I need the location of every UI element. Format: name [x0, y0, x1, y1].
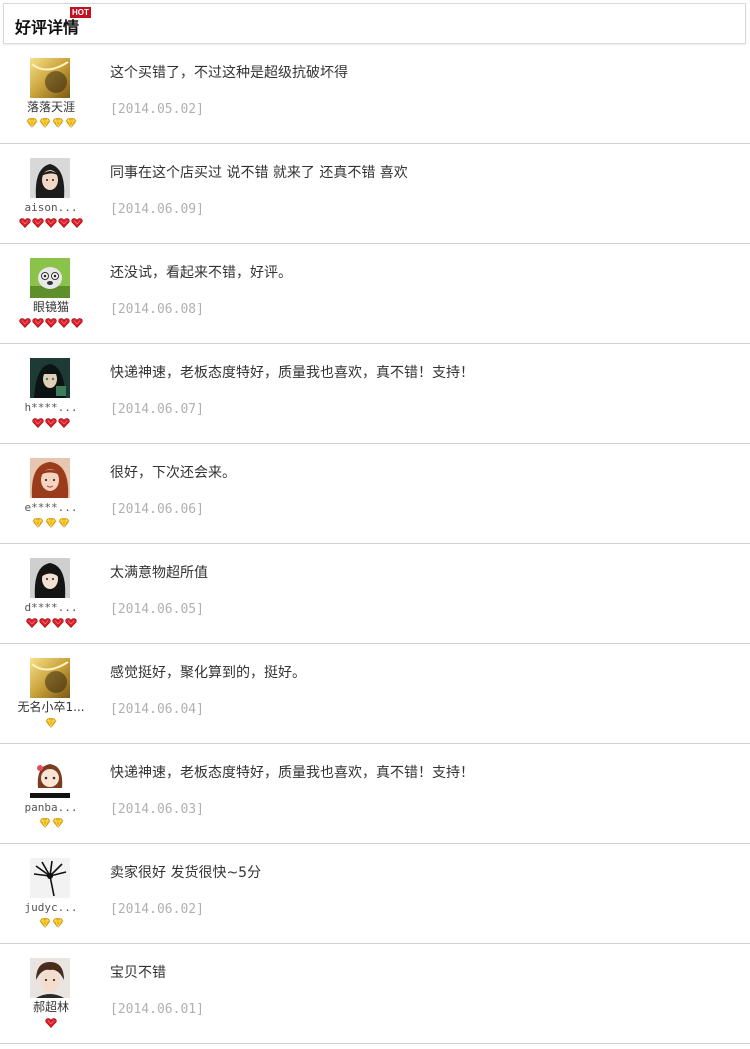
reviewer-rank	[10, 1018, 92, 1030]
red-heart-gem-icon	[71, 218, 83, 230]
yellow-diamond-icon	[39, 118, 51, 130]
reviewer-name[interactable]: h****...	[10, 400, 92, 415]
review-date: [2014.06.02]	[110, 902, 204, 917]
reviewer-name[interactable]: panba...	[10, 800, 92, 815]
young-man-avatar[interactable]	[30, 958, 70, 998]
review-item: 落落天涯 这个买错了，不过这种是超级抗破坏得 [2014.05.02]	[0, 44, 750, 144]
reviewer-rank	[10, 718, 92, 730]
girl-photo-avatar[interactable]	[30, 158, 70, 198]
red-heart-gem-icon	[32, 418, 44, 430]
yellow-diamond-icon	[32, 518, 44, 530]
reviewer-rank	[10, 118, 92, 130]
review-item: 无名小卒1... 感觉挺好，聚化算到的，挺好。 [2014.06.04]	[0, 644, 750, 744]
yellow-diamond-icon	[65, 118, 77, 130]
red-heart-gem-icon	[51, 618, 64, 630]
red-heart-gem-icon	[45, 418, 57, 430]
yellow-diamond-icon	[39, 918, 51, 930]
yellow-diamond-icon	[52, 118, 64, 130]
anime-character-avatar[interactable]	[30, 358, 70, 398]
review-comment: 宝贝不错	[110, 965, 166, 981]
dark-hair-girl-avatar[interactable]	[30, 558, 70, 598]
review-date: [2014.06.03]	[110, 802, 204, 817]
red-heart-gem-icon	[19, 318, 31, 330]
review-item: aison... 同事在这个店买过 说不错 就来了 还真不错 喜欢 [2014.06…	[0, 144, 750, 244]
red-heart-gem-icon	[45, 218, 57, 230]
red-heart-gem-icon	[38, 618, 51, 630]
yellow-diamond-icon	[45, 518, 57, 530]
reviewer-rank	[10, 318, 92, 330]
red-heart-gem-icon	[45, 1018, 57, 1030]
reviewer-rank	[10, 518, 92, 530]
reviewer-name[interactable]: 郝超林	[10, 1000, 92, 1015]
red-heart-gem-icon	[45, 318, 57, 330]
reviewer-name[interactable]: judyc...	[10, 900, 92, 915]
review-comment: 卖家很好 发货很快~5分	[110, 865, 262, 881]
red-heart-gem-icon	[32, 218, 44, 230]
review-list: 落落天涯 这个买错了，不过这种是超级抗破坏得 [2014.05.02] aison..…	[0, 44, 750, 1044]
reviewer-rank	[10, 618, 92, 630]
reviewer-rank	[10, 918, 92, 930]
review-date: [2014.06.05]	[110, 602, 204, 617]
review-item: 郝超林 宝贝不错 [2014.06.01]	[0, 944, 750, 1044]
reviewer-rank	[10, 418, 92, 430]
yellow-diamond-icon	[45, 718, 57, 730]
reviewer-name[interactable]: 落落天涯	[10, 100, 92, 115]
yellow-diamond-icon	[58, 518, 70, 530]
review-item: panba... 快递神速，老板态度特好，质量我也喜欢，真不错！支持！ [2014.…	[0, 744, 750, 844]
review-item: e****... 很好，下次还会来。 [2014.06.06]	[0, 444, 750, 544]
yellow-diamond-icon	[52, 918, 64, 930]
red-hair-girl-avatar[interactable]	[30, 458, 70, 498]
black-flower-avatar[interactable]	[30, 858, 70, 898]
review-comment: 还没试，看起来不错，好评。	[110, 265, 292, 281]
red-heart-gem-icon	[19, 218, 31, 230]
review-comment: 太满意物超所值	[110, 565, 208, 581]
red-heart-gem-icon	[32, 318, 44, 330]
cartoon-girl-avatar[interactable]	[30, 758, 70, 798]
review-date: [2014.06.04]	[110, 702, 204, 717]
reviewer-name[interactable]: d****...	[10, 600, 92, 615]
red-heart-gem-icon	[58, 418, 70, 430]
red-heart-gem-icon	[58, 318, 70, 330]
review-comment: 快递神速，老板态度特好，质量我也喜欢，真不错！支持！	[110, 765, 474, 781]
review-comment: 这个买错了，不过这种是超级抗破坏得	[110, 65, 348, 81]
review-date: [2014.06.08]	[110, 302, 204, 317]
reviewer-name[interactable]: aison...	[10, 200, 92, 215]
reviewer-name[interactable]: 眼镜猫	[10, 300, 92, 315]
reviewer-rank	[10, 818, 92, 830]
review-item: h****... 快递神速，老板态度特好，质量我也喜欢，真不错！支持！ [2014.…	[0, 344, 750, 444]
review-date: [2014.05.02]	[110, 102, 204, 117]
gold-icon-avatar[interactable]	[30, 658, 70, 698]
reviewer-name[interactable]: e****...	[10, 500, 92, 515]
review-date: [2014.06.06]	[110, 502, 204, 517]
hot-badge: HOT	[70, 7, 91, 18]
review-comment: 感觉挺好，聚化算到的，挺好。	[110, 665, 306, 681]
review-date: [2014.06.01]	[110, 1002, 204, 1017]
red-heart-gem-icon	[58, 218, 70, 230]
review-item: 眼镜猫 还没试，看起来不错，好评。 [2014.06.08]	[0, 244, 750, 344]
red-heart-gem-icon	[71, 318, 83, 330]
review-comment: 快递神速，老板态度特好，质量我也喜欢，真不错！支持！	[110, 365, 474, 381]
review-date: [2014.06.07]	[110, 402, 204, 417]
red-heart-gem-icon	[64, 618, 77, 630]
reviews-header: 好评详情 HOT	[3, 3, 746, 44]
reviewer-name[interactable]: 无名小卒1...	[10, 700, 92, 715]
yellow-diamond-icon	[52, 818, 64, 830]
gold-icon-avatar[interactable]	[30, 58, 70, 98]
review-date: [2014.06.09]	[110, 202, 204, 217]
red-heart-gem-icon	[25, 618, 38, 630]
yellow-diamond-icon	[26, 118, 38, 130]
review-item: d****... 太满意物超所值 [2014.06.05]	[0, 544, 750, 644]
review-comment: 很好，下次还会来。	[110, 465, 236, 481]
cartoon-dog-avatar[interactable]	[30, 258, 70, 298]
review-comment: 同事在这个店买过 说不错 就来了 还真不错 喜欢	[110, 165, 408, 181]
reviewer-rank	[10, 218, 92, 230]
review-item: judyc... 卖家很好 发货很快~5分 [2014.06.02]	[0, 844, 750, 944]
yellow-diamond-icon	[39, 818, 51, 830]
